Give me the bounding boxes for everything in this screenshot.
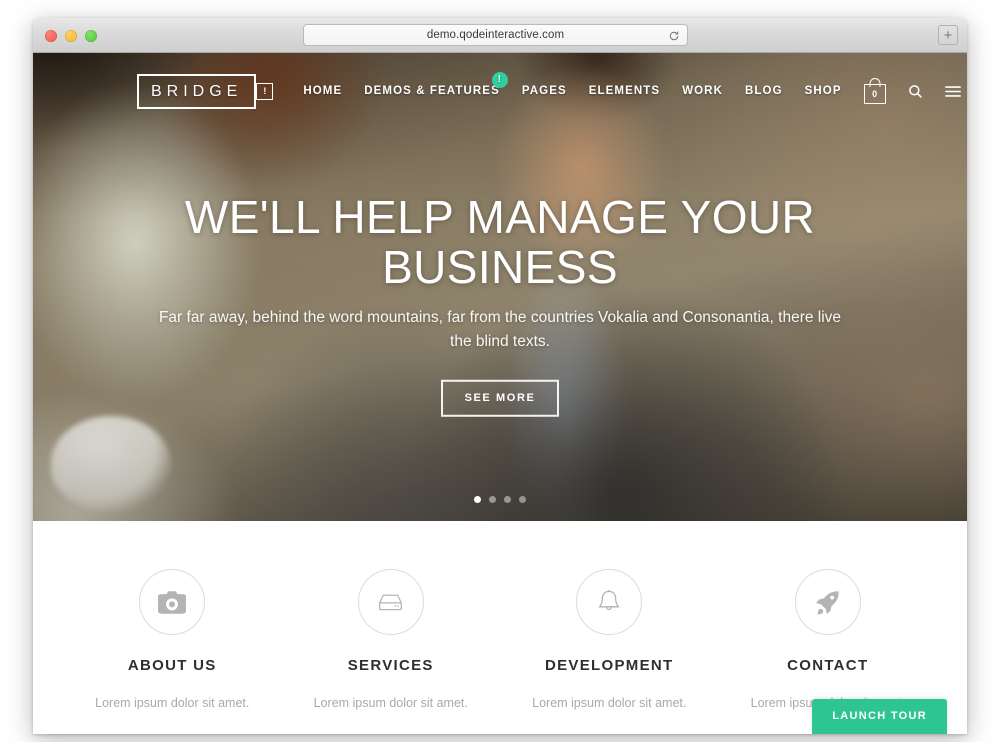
new-tab-button[interactable]: + xyxy=(938,25,958,45)
search-icon[interactable] xyxy=(908,84,923,99)
feature-text-services: Lorem ipsum dolor sit amet. xyxy=(313,696,468,710)
hamburger-icon[interactable] xyxy=(944,85,961,98)
feature-title-services: SERVICES xyxy=(347,657,434,674)
new-tab-label: + xyxy=(943,26,953,44)
shopping-bag-handle xyxy=(869,78,881,87)
exclamation-box-icon: ! xyxy=(256,82,274,100)
exclamation-box-icon-label: ! xyxy=(263,85,267,96)
slider-pagination xyxy=(33,496,967,503)
page-viewport: BRIDGE ! HOME DEMOS & FEATURES ! PAGES E… xyxy=(33,53,967,734)
slider-dot-3[interactable] xyxy=(504,496,511,503)
nav-badge-new: ! xyxy=(491,72,508,88)
cart-count: 0 xyxy=(863,84,886,104)
nav-item-demos-and-features[interactable]: DEMOS & FEATURES ! xyxy=(364,72,508,97)
feature-box-development[interactable]: DEVELOPMENT Lorem ipsum dolor sit amet. xyxy=(500,569,719,710)
camera-icon xyxy=(139,569,206,635)
see-more-button[interactable]: SEE MORE xyxy=(440,380,560,418)
site-logo[interactable]: BRIDGE xyxy=(137,73,257,109)
feature-title-about-us: ABOUT US xyxy=(127,657,217,674)
launch-tour-button[interactable]: LAUNCH TOUR xyxy=(812,699,947,734)
slider-dot-2[interactable] xyxy=(489,496,496,503)
window-controls xyxy=(45,30,97,42)
close-window-button[interactable] xyxy=(45,30,57,42)
nav-item-blog[interactable]: BLOG xyxy=(745,85,783,97)
feature-text-about-us: Lorem ipsum dolor sit amet. xyxy=(95,696,250,710)
hero-slider: BRIDGE ! HOME DEMOS & FEATURES ! PAGES E… xyxy=(33,53,967,521)
feature-title-development: DEVELOPMENT xyxy=(545,657,674,674)
site-header: BRIDGE ! HOME DEMOS & FEATURES ! PAGES E… xyxy=(33,53,967,129)
rocket-icon xyxy=(794,569,861,635)
reload-icon[interactable] xyxy=(668,29,680,41)
nav-item-demos-label: DEMOS & FEATURES xyxy=(364,85,500,97)
feature-box-about-us[interactable]: ABOUT US Lorem ipsum dolor sit amet. xyxy=(63,569,282,710)
feature-box-contact[interactable]: CONTACT Lorem ipsum dolor sit amet. xyxy=(719,569,938,710)
bell-icon xyxy=(576,569,643,635)
browser-window: demo.qodeinteractive.com + BRIDGE ! HOME… xyxy=(33,18,967,734)
feature-boxes: ABOUT US Lorem ipsum dolor sit amet. SER… xyxy=(33,521,967,710)
hero-content: WE'LL HELP MANAGE YOUR BUSINESS Far far … xyxy=(33,190,967,418)
nav-item-work[interactable]: WORK xyxy=(682,85,723,97)
slider-dot-1[interactable] xyxy=(474,496,481,503)
nav-item-elements[interactable]: ELEMENTS xyxy=(589,85,660,97)
drive-icon xyxy=(357,569,424,635)
maximize-window-button[interactable] xyxy=(85,30,97,42)
url-text: demo.qodeinteractive.com xyxy=(426,29,565,41)
feature-title-contact: CONTACT xyxy=(787,657,869,674)
nav-item-home[interactable]: HOME xyxy=(303,85,342,97)
main-navigation: ! HOME DEMOS & FEATURES ! PAGES ELEMENTS… xyxy=(256,72,961,104)
address-bar[interactable]: demo.qodeinteractive.com xyxy=(303,24,688,46)
hero-title: WE'LL HELP MANAGE YOUR BUSINESS xyxy=(184,190,816,293)
screenshot-root: demo.qodeinteractive.com + BRIDGE ! HOME… xyxy=(0,0,1000,742)
nav-pre-icon-wrap: ! xyxy=(256,82,281,100)
feature-text-development: Lorem ipsum dolor sit amet. xyxy=(532,696,687,710)
minimize-window-button[interactable] xyxy=(65,30,77,42)
feature-box-services[interactable]: SERVICES Lorem ipsum dolor sit amet. xyxy=(282,569,501,710)
nav-item-shop[interactable]: SHOP xyxy=(805,85,842,97)
slider-dot-4[interactable] xyxy=(519,496,526,503)
browser-titlebar: demo.qodeinteractive.com + xyxy=(33,18,967,53)
hero-subtitle: Far far away, behind the word mountains,… xyxy=(158,309,842,351)
shopping-bag-icon[interactable]: 0 xyxy=(863,78,886,104)
nav-item-pages[interactable]: PAGES xyxy=(522,85,567,97)
